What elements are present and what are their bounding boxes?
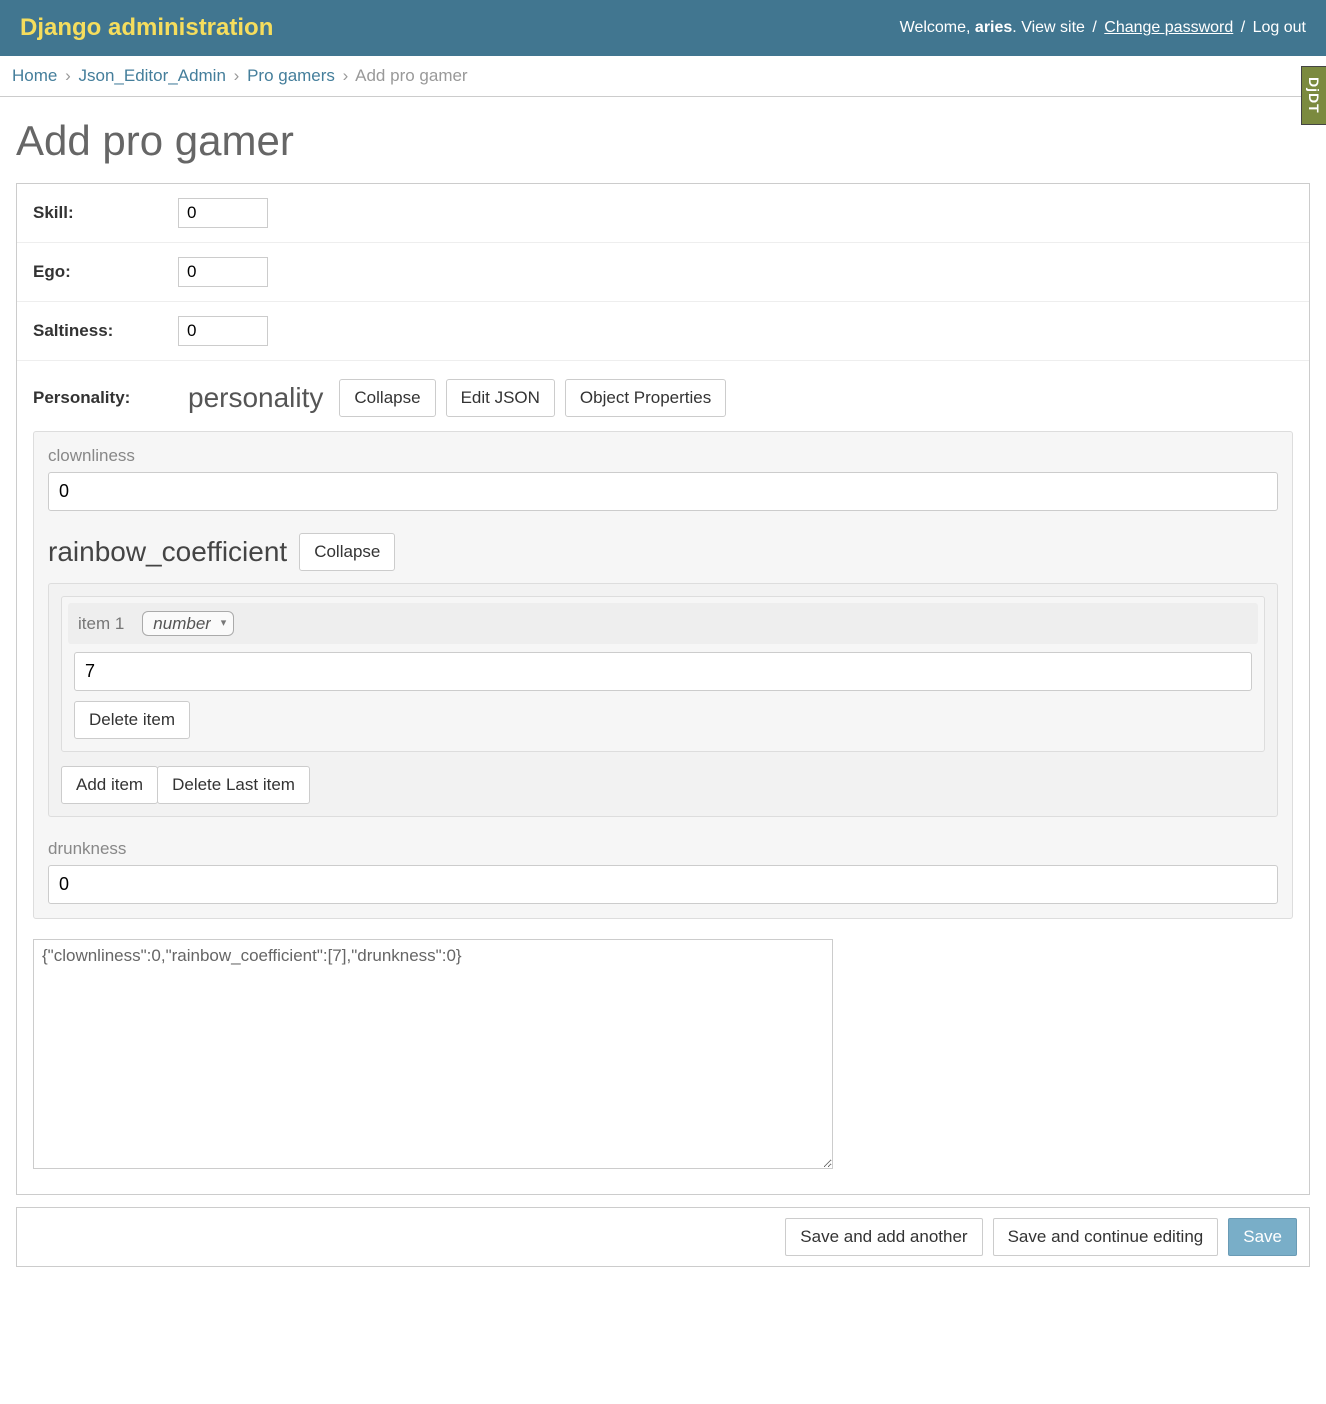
edit-json-button[interactable]: Edit JSON	[446, 379, 555, 417]
user-tools: Welcome, aries. View site / Change passw…	[900, 19, 1306, 37]
label-skill: Skill:	[33, 203, 178, 223]
array-item-head: item 1 number	[68, 603, 1258, 644]
object-properties-button[interactable]: Object Properties	[565, 379, 726, 417]
type-select-wrap: number	[142, 611, 234, 636]
breadcrumb: Home › Json_Editor_Admin › Pro gamers › …	[0, 56, 1326, 97]
delete-last-item-button[interactable]: Delete Last item	[157, 766, 310, 804]
rainbow-array-well: item 1 number Delete item Add item	[48, 583, 1278, 817]
input-saltiness[interactable]	[178, 316, 268, 346]
label-ego: Ego:	[33, 262, 178, 282]
array-item: item 1 number Delete item	[61, 596, 1265, 752]
type-select[interactable]: number	[142, 611, 234, 636]
logout-link[interactable]: Log out	[1253, 19, 1306, 36]
rainbow-collapse-button[interactable]: Collapse	[299, 533, 395, 571]
change-password-link[interactable]: Change password	[1104, 19, 1233, 36]
input-drunkness[interactable]	[48, 865, 1278, 904]
collapse-button[interactable]: Collapse	[339, 379, 435, 417]
array-controls: Add item Delete Last item	[61, 766, 1265, 804]
rainbow-title: rainbow_coefficient	[48, 536, 287, 568]
row-skill: Skill:	[17, 184, 1309, 243]
breadcrumb-current: Add pro gamer	[355, 66, 467, 85]
input-clownliness[interactable]	[48, 472, 1278, 511]
welcome-text: Welcome,	[900, 19, 975, 36]
username: aries	[975, 19, 1012, 36]
admin-header: Django administration Welcome, aries. Vi…	[0, 0, 1326, 56]
save-add-another-button[interactable]: Save and add another	[785, 1218, 982, 1256]
save-continue-button[interactable]: Save and continue editing	[993, 1218, 1219, 1256]
breadcrumb-app[interactable]: Json_Editor_Admin	[79, 66, 226, 85]
personality-well: clownliness rainbow_coefficient Collapse…	[33, 431, 1293, 919]
row-personality: Personality: personality Collapse Edit J…	[17, 361, 1309, 1194]
array-item-input[interactable]	[74, 652, 1252, 691]
breadcrumb-model[interactable]: Pro gamers	[247, 66, 335, 85]
raw-json-textarea[interactable]	[33, 939, 833, 1169]
row-saltiness: Saltiness:	[17, 302, 1309, 361]
view-site-link[interactable]: View site	[1021, 19, 1085, 36]
array-item-label: item 1	[78, 614, 124, 634]
delete-item-button[interactable]: Delete item	[74, 701, 190, 739]
add-item-button[interactable]: Add item	[61, 766, 158, 804]
page-title: Add pro gamer	[16, 117, 1310, 165]
json-editor-title: personality	[188, 382, 323, 414]
site-title[interactable]: Django administration	[20, 14, 273, 42]
form-module: Skill: Ego: Saltiness: Personality: pers…	[16, 183, 1310, 1195]
django-debug-toolbar-handle[interactable]: DjDT	[1301, 66, 1326, 125]
submit-row: Save and add another Save and continue e…	[16, 1207, 1310, 1267]
label-clownliness: clownliness	[48, 446, 1278, 466]
input-skill[interactable]	[178, 198, 268, 228]
personality-header: Personality: personality Collapse Edit J…	[33, 379, 1293, 417]
breadcrumb-home[interactable]: Home	[12, 66, 57, 85]
label-saltiness: Saltiness:	[33, 321, 178, 341]
label-personality: Personality:	[33, 388, 178, 408]
row-ego: Ego:	[17, 243, 1309, 302]
input-ego[interactable]	[178, 257, 268, 287]
save-button[interactable]: Save	[1228, 1218, 1297, 1256]
label-drunkness: drunkness	[48, 839, 1278, 859]
rainbow-header: rainbow_coefficient Collapse	[48, 533, 1278, 571]
